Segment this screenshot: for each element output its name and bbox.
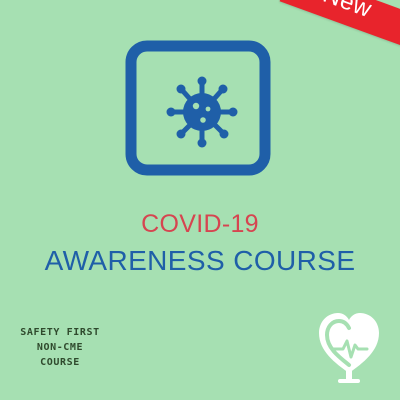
course-tag: SAFETY FIRST NON-CME COURSE xyxy=(12,325,108,370)
virus-icon xyxy=(125,40,271,176)
new-ribbon: New xyxy=(279,0,400,63)
course-title-line2: AWARENESS COURSE xyxy=(44,245,356,276)
course-tag-line: SAFETY FIRST xyxy=(20,327,100,338)
virus-body xyxy=(166,76,238,148)
course-tag-line: COURSE xyxy=(40,357,80,368)
new-badge-label: New xyxy=(319,0,376,24)
course-tag-line: NON-CME xyxy=(36,342,84,353)
course-title-line1: COVID-19 xyxy=(141,210,259,238)
heart-pulse-logo-icon xyxy=(319,313,379,383)
course-card[interactable]: New COVID-19 AWARENESS COURSE SAFETY FIR… xyxy=(0,0,400,400)
